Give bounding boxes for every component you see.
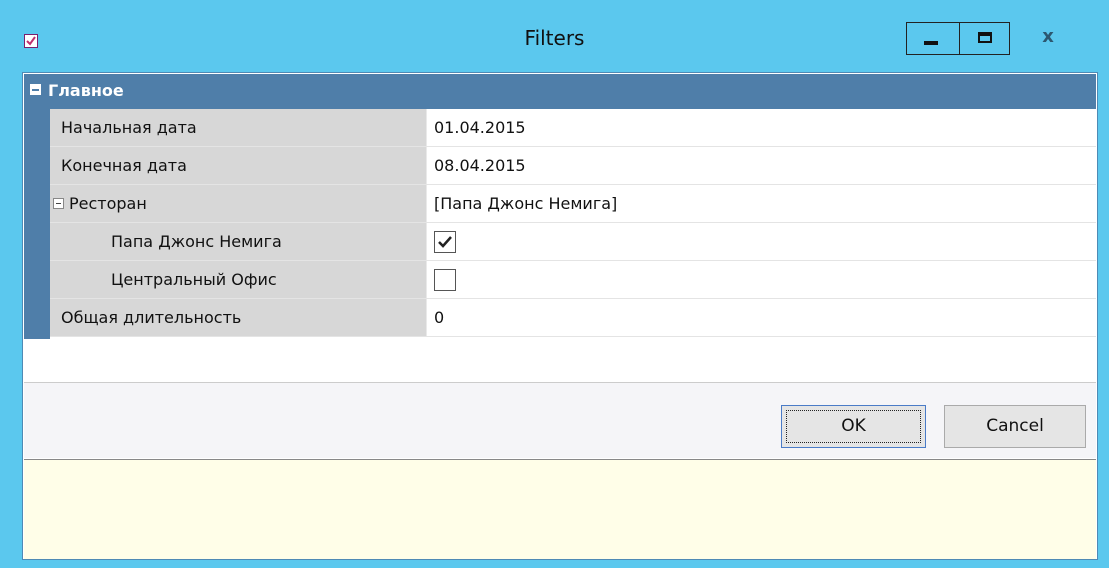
property-row-central-office[interactable]: Центральный Офис [50,261,1096,299]
focus-rectangle [786,410,921,443]
property-name-cell[interactable]: Папа Джонс Немига [50,223,427,260]
category-row-main[interactable]: Главное [24,74,1096,109]
collapse-icon[interactable] [30,84,41,95]
start-date-value[interactable]: 01.04.2015 [434,118,526,137]
title-bar[interactable]: Filters x [0,0,1109,70]
minimize-button[interactable] [906,22,959,55]
category-label: Главное [48,81,124,100]
total-duration-value[interactable]: 0 [434,308,444,327]
cancel-label: Cancel [986,416,1044,436]
maximize-icon [978,32,992,43]
dialog-content: Главное Начальная дата 01.04.2015 Конечн… [22,72,1098,560]
property-name-cell[interactable]: Ресторан [50,185,427,222]
papa-johns-nemiga-checkbox[interactable] [434,231,456,253]
property-row-restaurant[interactable]: Ресторан [Папа Джонс Немига] [50,185,1096,223]
checkmark-icon [438,236,452,248]
minimize-icon [924,41,938,45]
property-name: Папа Джонс Немига [111,232,282,251]
close-button[interactable]: x [1010,22,1086,55]
property-name-cell[interactable]: Конечная дата [50,147,427,184]
cancel-button[interactable]: Cancel [944,405,1086,448]
property-name-cell[interactable]: Начальная дата [50,109,427,146]
property-row-start-date[interactable]: Начальная дата 01.04.2015 [50,109,1096,147]
collapse-icon[interactable] [53,198,64,209]
property-row-end-date[interactable]: Конечная дата 08.04.2015 [50,147,1096,185]
property-name: Конечная дата [61,156,187,175]
window-controls: x [906,22,1086,55]
category-margin [24,109,50,339]
property-name-cell[interactable]: Центральный Офис [50,261,427,298]
close-icon: x [1042,26,1054,47]
end-date-value[interactable]: 08.04.2015 [434,156,526,175]
property-name: Начальная дата [61,118,197,137]
property-name-cell[interactable]: Общая длительность [50,299,427,336]
property-name: Центральный Офис [111,270,277,289]
restaurant-value[interactable]: [Папа Джонс Немига] [434,194,617,213]
property-grid: Главное Начальная дата 01.04.2015 Конечн… [24,74,1096,382]
description-panel [24,459,1096,559]
property-row-total-duration[interactable]: Общая длительность 0 [50,299,1096,337]
central-office-checkbox[interactable] [434,269,456,291]
property-row-papa-johns-nemiga[interactable]: Папа Джонс Немига [50,223,1096,261]
maximize-button[interactable] [959,22,1010,55]
property-name: Общая длительность [61,308,242,327]
button-bar: OK Cancel [24,382,1096,458]
property-name: Ресторан [69,194,147,213]
ok-button[interactable]: OK [781,405,926,448]
